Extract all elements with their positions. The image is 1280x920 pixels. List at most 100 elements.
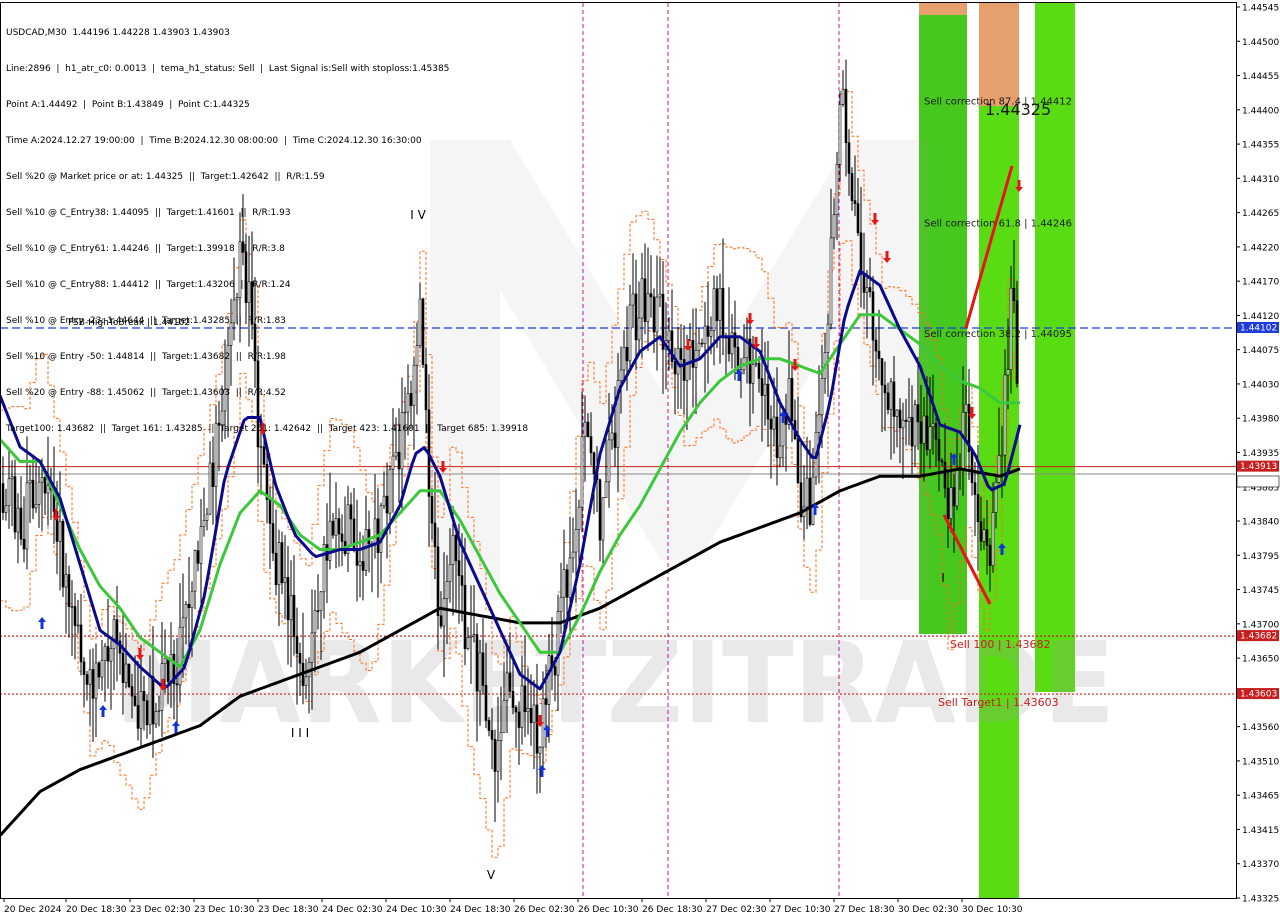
candle-body	[451, 534, 455, 565]
candle-body	[193, 550, 197, 592]
candle-body	[127, 663, 131, 687]
candle-body	[628, 304, 632, 362]
candle-body	[508, 672, 512, 692]
elliott-wave-label: I I I	[291, 726, 309, 740]
candle-body	[22, 538, 26, 550]
x-tick-label: 23 Dec 18:30	[258, 905, 319, 915]
candle-body	[40, 477, 44, 483]
candle-body	[679, 348, 683, 360]
candle-body	[331, 520, 335, 536]
candle-body	[847, 142, 851, 174]
candle-body	[922, 415, 926, 444]
candle-body	[70, 606, 74, 608]
y-tick-label: 1.44030	[1242, 380, 1279, 390]
candle-body	[505, 672, 509, 701]
candle-body	[64, 574, 68, 588]
candle-body	[790, 378, 794, 421]
info-line-entry88: Sell %10 @ C_Entry88: 1.44412 || Target:…	[6, 280, 291, 290]
y-tick-label: 1.43700	[1242, 620, 1279, 630]
candle-body	[655, 296, 659, 333]
buy-signal-arrow	[38, 617, 46, 629]
candle-body	[475, 634, 479, 692]
candle-body	[19, 507, 23, 540]
x-tick-label: 26 Dec 02:30	[514, 905, 575, 915]
candle-body	[601, 497, 605, 541]
candle-body	[457, 560, 461, 576]
candle-body	[322, 544, 326, 593]
candle-body	[796, 438, 800, 484]
candle-body	[466, 637, 470, 649]
candle-body	[175, 683, 179, 686]
candle-body	[925, 415, 929, 451]
candle-body	[109, 648, 113, 662]
candle-body	[580, 436, 584, 508]
candle-body	[313, 610, 317, 634]
candle-body	[454, 534, 458, 561]
candle-body	[817, 414, 821, 433]
candle-body	[532, 704, 536, 724]
candle-body	[988, 544, 992, 566]
candle-body	[130, 686, 134, 697]
candle-body	[622, 346, 626, 371]
candle-body	[139, 690, 143, 729]
x-tick-label: 23 Dec 02:30	[130, 905, 191, 915]
candle-body	[607, 439, 611, 483]
candle-body	[895, 409, 899, 417]
candle-body	[100, 660, 104, 678]
candle-body	[439, 615, 443, 627]
candle-body	[700, 342, 704, 345]
candle-body	[841, 88, 845, 105]
candle-body	[76, 624, 80, 627]
candle-body	[190, 590, 194, 609]
info-line-entry38: Sell %10 @ C_Entry38: 1.44095 || Target:…	[6, 208, 291, 218]
candle-body	[634, 293, 638, 341]
candle-body	[754, 362, 758, 365]
y-tick-label: 1.43510	[1242, 757, 1279, 767]
candle-body	[151, 676, 155, 725]
candle-body	[1009, 287, 1013, 370]
candle-body	[85, 674, 89, 685]
candle-body	[940, 460, 944, 463]
candle-body	[625, 346, 629, 362]
candle-body	[316, 610, 320, 612]
candle-body	[718, 288, 722, 321]
candle-body	[79, 624, 83, 663]
candle-body	[181, 617, 185, 628]
candle-body	[157, 710, 161, 712]
info-line-entry-50: Sell %10 @ Entry -50: 1.44814 || Target:…	[6, 352, 286, 362]
candle-body	[34, 504, 38, 509]
candle-body	[337, 518, 341, 535]
x-tick-label: 26 Dec 18:30	[642, 905, 703, 915]
indicator-info-panel: USDCAD,M30 1.44196 1.44228 1.43903 1.439…	[6, 3, 528, 459]
y-tick-label: 1.43935	[1242, 449, 1279, 459]
candle-body	[682, 359, 686, 381]
candle-body	[121, 652, 125, 683]
candle-body	[778, 445, 782, 459]
candle-body	[619, 369, 623, 381]
candle-body	[304, 676, 308, 686]
candle-body	[448, 564, 452, 582]
candle-body	[514, 707, 518, 713]
price-tag-label: 1.43903	[1240, 477, 1277, 487]
candle-body	[469, 635, 473, 638]
zone-orange-left	[919, 3, 967, 15]
y-tick-label: 1.43980	[1242, 415, 1279, 425]
candle-body	[733, 332, 737, 348]
candle-body	[691, 340, 695, 368]
candle-body	[58, 520, 62, 542]
candle-body	[1000, 454, 1004, 457]
candle-body	[907, 417, 911, 422]
price-tag-label: 1.43682	[1240, 632, 1277, 642]
y-tick-label: 1.44170	[1242, 278, 1279, 288]
candle-body	[805, 477, 809, 508]
info-line-targets: Target100: 1.43682 || Target 161: 1.4328…	[6, 424, 529, 434]
candle-body	[28, 479, 32, 484]
candle-body	[298, 653, 302, 664]
candle-body	[976, 494, 980, 523]
candle-body	[916, 404, 920, 423]
candle-body	[295, 636, 299, 654]
candle-body	[115, 619, 119, 642]
candle-body	[94, 662, 98, 699]
candle-body	[946, 487, 950, 519]
candle-body	[1, 483, 5, 513]
